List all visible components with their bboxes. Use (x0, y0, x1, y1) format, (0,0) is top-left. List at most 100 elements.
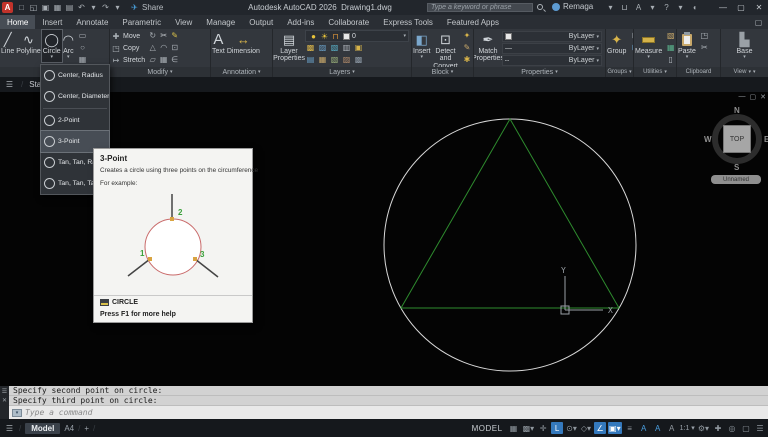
command-line-customize-icon[interactable]: ☰ (2, 388, 7, 395)
layer-thaw-sun-icon[interactable]: ☀ (319, 31, 330, 42)
menu-item-2-point[interactable]: 2-Point (41, 110, 109, 131)
layer-freeze-icon[interactable]: ▧ (329, 42, 340, 53)
viewcube-north[interactable]: N (734, 106, 740, 115)
search-icon[interactable] (537, 4, 543, 10)
ortho-mode-icon[interactable]: L (551, 422, 563, 434)
file-tabs-menu-icon[interactable]: ☰ (4, 79, 15, 90)
tab-insert[interactable]: Insert (35, 15, 69, 29)
viewcube[interactable]: N W E S TOP (706, 108, 768, 170)
viewport-minimize-icon[interactable]: — (739, 93, 746, 101)
viewport-close-icon[interactable]: ✕ (760, 93, 766, 101)
menu-item-center-diameter[interactable]: Center, Diameter (41, 86, 109, 107)
fillet-icon[interactable]: ◠ (158, 42, 169, 53)
chat-icon[interactable]: ◖ (689, 2, 700, 13)
alert-icon[interactable]: A (633, 2, 644, 13)
layer-off-icon[interactable]: ▩ (305, 42, 316, 53)
snap-mode-icon[interactable]: ▩▾ (522, 422, 536, 434)
model-space-badge[interactable]: MODEL (472, 424, 503, 433)
erase-icon[interactable]: ✎ (169, 30, 180, 41)
layer-make-current-icon[interactable]: ▣ (353, 42, 364, 53)
panel-label-layers[interactable]: Layers▾ (273, 67, 411, 77)
viewcube-top-face[interactable]: TOP (723, 125, 751, 153)
group-button[interactable]: ✦ Group (606, 30, 627, 56)
viewcube-south[interactable]: S (734, 163, 739, 172)
redo-icon[interactable]: ↷ (100, 2, 111, 13)
mirror-icon[interactable]: △ (147, 42, 158, 53)
layer-isolate-icon[interactable]: ▨ (317, 42, 328, 53)
save-icon[interactable]: ▣ (40, 2, 51, 13)
panel-label-properties[interactable]: Properties▾ (474, 67, 605, 77)
cart-icon[interactable]: ⊔ (619, 2, 630, 13)
base-button[interactable]: ▙ Base ▾ (736, 30, 754, 62)
quick-select-icon[interactable]: ▧ (665, 30, 676, 41)
app-logo-icon[interactable]: A (2, 2, 13, 13)
quick-calc-icon[interactable]: ▦ (665, 42, 676, 53)
account-button[interactable]: Remaga (552, 2, 593, 11)
ribbon-options-icon[interactable]: ▢ (753, 17, 764, 28)
line-button[interactable]: ╱ Line (0, 30, 15, 56)
workspace-switching-icon[interactable]: ⚙▾ (697, 422, 710, 434)
layout-tab-a4[interactable]: A4 (64, 424, 74, 433)
rotate-icon[interactable]: ↻ (147, 30, 158, 41)
ellipse-icon[interactable]: ○ (77, 42, 88, 53)
tab-manage[interactable]: Manage (199, 15, 242, 29)
customization-menu-icon[interactable]: ☰ (754, 422, 766, 434)
stretch-button[interactable]: ↦ Stretch (110, 54, 145, 66)
layer-walk-icon[interactable]: ▨ (341, 54, 352, 65)
polar-tracking-icon[interactable]: ⊙▾ (565, 422, 578, 434)
help-icon[interactable]: ? (661, 2, 672, 13)
polyline-button[interactable]: ∿ Polyline (15, 30, 42, 56)
tab-express-tools[interactable]: Express Tools (376, 15, 440, 29)
alert-caret-icon[interactable]: ▾ (647, 2, 658, 13)
copy-button[interactable]: ◳ Copy (110, 42, 145, 54)
share-button[interactable]: ✈ Share (129, 2, 163, 13)
isometric-drafting-icon[interactable]: ◇▾ (580, 422, 592, 434)
layout-menu-icon[interactable]: ☰ (4, 423, 15, 434)
tab-home[interactable]: Home (0, 15, 35, 29)
panel-label-groups[interactable]: Groups▾ (606, 67, 633, 77)
annotation-visibility-icon[interactable]: A (638, 422, 650, 434)
dynamic-input-icon[interactable]: ✛ (537, 422, 549, 434)
panel-label-annotation[interactable]: Annotation▾ (211, 67, 272, 77)
panel-label-utilities[interactable]: Utilities▾ (634, 67, 676, 77)
insert-block-button[interactable]: ◧ Insert ▾ (412, 30, 432, 62)
grid-display-icon[interactable]: ▦ (508, 422, 520, 434)
measure-button[interactable]: Measure ▾ (634, 30, 663, 62)
id-point-icon[interactable]: ▯ (665, 54, 676, 65)
object-snap-icon[interactable]: ▣▾ (608, 422, 622, 434)
dimension-button[interactable]: ↔ Dimension (226, 30, 261, 56)
detect-convert-button[interactable]: ⊡ Detect and Convert (432, 30, 460, 71)
isolate-objects-icon[interactable]: ◎ (726, 422, 738, 434)
tab-annotate[interactable]: Annotate (69, 15, 115, 29)
tab-add-ins[interactable]: Add-ins (280, 15, 321, 29)
command-prompt-icon[interactable]: ▾ (12, 409, 22, 417)
explode-icon[interactable]: ∈ (169, 54, 180, 65)
block-attrib-icon[interactable]: ✱ (462, 54, 473, 65)
save-as-icon[interactable]: ▦ (52, 2, 63, 13)
menu-item-center-radius[interactable]: Center, Radius (41, 65, 109, 86)
panel-label-block[interactable]: Block▾ (412, 67, 473, 77)
offset-icon[interactable]: ⊡ (169, 42, 180, 53)
search-input[interactable]: Type a keyword or phrase (427, 3, 533, 12)
tab-output[interactable]: Output (242, 15, 280, 29)
customization-plus-icon[interactable]: ✚ (712, 422, 724, 434)
help-caret-icon[interactable]: ▾ (675, 2, 686, 13)
layer-dropdown[interactable]: ●☀⊓ 0 ▾ (305, 30, 409, 42)
arc-button[interactable]: ◠ Arc ▾ (62, 30, 75, 62)
annotation-scale-icon[interactable]: A (666, 422, 678, 434)
move-button[interactable]: ✚ Move (110, 30, 145, 42)
undo-caret-icon[interactable]: ▾ (88, 2, 99, 13)
object-snap-tracking-icon[interactable]: ∠ (594, 422, 606, 434)
user-caret-icon[interactable]: ▾ (605, 2, 616, 13)
clean-screen-icon[interactable]: ▢ (740, 422, 752, 434)
layer-lock-icon[interactable]: ▥ (341, 42, 352, 53)
tab-view[interactable]: View (168, 15, 199, 29)
viewcube-west[interactable]: W (704, 135, 712, 144)
trim-icon[interactable]: ✂ (158, 30, 169, 41)
viewcube-east[interactable]: E (764, 135, 768, 144)
rectangle-icon[interactable]: ▭ (77, 30, 88, 41)
viewport-restore-icon[interactable]: ▢ (750, 93, 757, 101)
new-layout-button[interactable]: + (84, 424, 89, 433)
lineweight-dropdown[interactable]: — ByLayer ▾ (502, 43, 602, 54)
text-button[interactable]: A Text (211, 30, 226, 56)
